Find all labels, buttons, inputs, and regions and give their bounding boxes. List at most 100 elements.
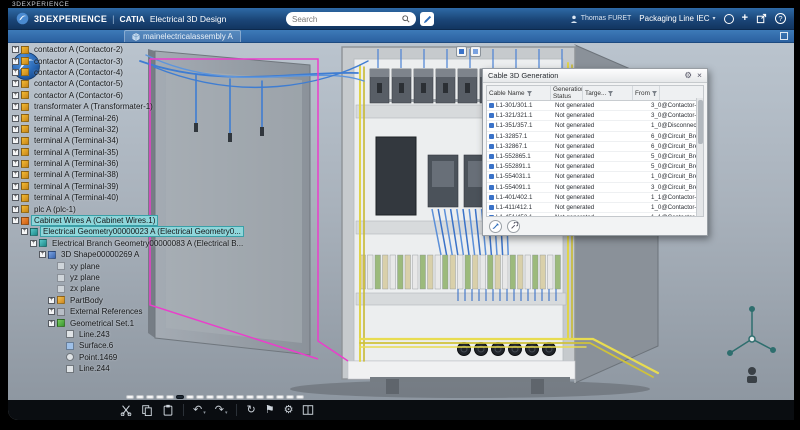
generate-cables-button[interactable] bbox=[489, 220, 502, 233]
tree-item[interactable]: + 3D Shape00000269 A bbox=[12, 249, 245, 260]
action-bar-tab[interactable] bbox=[156, 395, 164, 399]
panel-close-icon[interactable]: × bbox=[697, 71, 702, 80]
filter-funnel-icon[interactable] bbox=[608, 91, 613, 96]
view-compass[interactable] bbox=[728, 307, 776, 384]
tree-expander-icon[interactable]: + bbox=[12, 149, 19, 156]
cable-row[interactable]: L1-32857.1 Not generated 6_0@Circuit_Bre… bbox=[487, 132, 703, 142]
share-icon[interactable] bbox=[756, 13, 767, 24]
tree-expander-icon[interactable]: + bbox=[12, 217, 19, 224]
tree-item[interactable]: + contactor A (Contactor-3) bbox=[12, 55, 245, 66]
search-box[interactable] bbox=[286, 12, 416, 26]
tree-item[interactable]: + contactor A (Contactor-6) bbox=[12, 90, 245, 101]
column-header[interactable]: Generation Status bbox=[551, 86, 583, 100]
column-header[interactable]: Cable Name bbox=[487, 86, 551, 100]
cable-row[interactable]: L1-554091.1 Not generated 3_0@Circuit_Br… bbox=[487, 183, 703, 193]
window-layout-icon[interactable] bbox=[302, 404, 314, 416]
cable-row[interactable]: L1-552891.1 Not generated 5_0@Circuit_Br… bbox=[487, 162, 703, 172]
tree-item[interactable]: + contactor A (Contactor-4) bbox=[12, 67, 245, 78]
column-header[interactable]: From bbox=[633, 86, 660, 100]
view-mode-icon[interactable] bbox=[470, 46, 481, 57]
tree-item[interactable]: + Point.1469 bbox=[12, 352, 245, 363]
panel-settings-button[interactable] bbox=[507, 220, 520, 233]
filter-funnel-icon[interactable] bbox=[527, 91, 532, 96]
document-tab[interactable]: mainelectricalassembly A bbox=[124, 30, 241, 42]
tree-expander-icon[interactable]: + bbox=[12, 137, 19, 144]
copy-icon[interactable] bbox=[141, 404, 153, 416]
action-bar-tab[interactable] bbox=[256, 395, 264, 399]
tree-item[interactable]: + terminal A (Terminal-40) bbox=[12, 192, 245, 203]
tree-item[interactable]: + Line.243 bbox=[12, 329, 245, 340]
workspace-selector[interactable]: Packaging Line IEC ▾ bbox=[639, 14, 715, 23]
flag-icon[interactable]: ⚑ bbox=[265, 405, 275, 416]
transformer-unit[interactable] bbox=[376, 137, 416, 215]
tree-item[interactable]: + xy plane bbox=[12, 260, 245, 271]
cable-row[interactable]: L1-351/357.1 Not generated 1_0@Disconnec… bbox=[487, 121, 703, 131]
cable-row[interactable]: L1-451/452.1 Not generated 1_1@Contactor… bbox=[487, 213, 703, 216]
action-bar-tab[interactable] bbox=[246, 395, 254, 399]
tree-item[interactable]: + terminal A (Terminal-36) bbox=[12, 158, 245, 169]
undo-dropdown-icon[interactable]: ▾ bbox=[203, 411, 206, 416]
cable-row[interactable]: L1-554031.1 Not generated 1_0@Circuit_Br… bbox=[487, 172, 703, 182]
tree-expander-icon[interactable]: + bbox=[12, 80, 19, 87]
tree-expander-icon[interactable]: + bbox=[12, 115, 19, 122]
panel-titlebar[interactable]: Cable 3D Generation ⚙ × bbox=[483, 69, 707, 83]
tree-item[interactable]: + Surface.6 bbox=[12, 340, 245, 351]
paste-icon[interactable] bbox=[162, 404, 174, 416]
tree-item[interactable]: + contactor A (Contactor-5) bbox=[12, 78, 245, 89]
action-bar-tab[interactable] bbox=[226, 395, 234, 399]
action-bar-tab[interactable] bbox=[176, 395, 184, 399]
tree-expander-icon[interactable]: + bbox=[12, 69, 19, 76]
tree-expander-icon[interactable]: + bbox=[12, 206, 19, 213]
tree-item[interactable]: + External References bbox=[12, 306, 245, 317]
filter-funnel-icon[interactable] bbox=[652, 91, 657, 96]
scrollbar-thumb[interactable] bbox=[698, 100, 703, 144]
tree-expander-icon[interactable]: + bbox=[12, 171, 19, 178]
tree-item[interactable]: + terminal A (Terminal-35) bbox=[12, 147, 245, 158]
tree-expander-icon[interactable]: + bbox=[12, 46, 19, 53]
add-content-icon[interactable]: + bbox=[742, 13, 748, 24]
3ds-compass-icon[interactable] bbox=[16, 12, 29, 25]
tree-item[interactable]: + terminal A (Terminal-26) bbox=[12, 112, 245, 123]
tree-expander-icon[interactable]: + bbox=[30, 240, 37, 247]
tree-item[interactable]: + Electrical Geometry00000023 A (Electri… bbox=[12, 226, 245, 237]
user-chip[interactable]: Thomas FURET bbox=[570, 15, 632, 23]
action-bar-tab[interactable] bbox=[216, 395, 224, 399]
annotate-pen-button[interactable] bbox=[420, 12, 434, 26]
tree-item[interactable]: + Electrical Branch Geometry00000083 A (… bbox=[12, 238, 245, 249]
media-icon[interactable] bbox=[724, 14, 734, 24]
cable-row[interactable]: L1-32867.1 Not generated 6_0@Circuit_Bre… bbox=[487, 142, 703, 152]
tree-expander-icon[interactable]: + bbox=[21, 228, 28, 235]
tree-expander-icon[interactable]: + bbox=[12, 194, 19, 201]
cable-row[interactable]: L1-401/402.1 Not generated 1_1@Contactor… bbox=[487, 193, 703, 203]
help-icon[interactable]: ? bbox=[775, 13, 786, 24]
tree-item[interactable]: + PartBody bbox=[12, 295, 245, 306]
tree-expander-icon[interactable]: + bbox=[12, 103, 19, 110]
tree-expander-icon[interactable]: + bbox=[12, 58, 19, 65]
action-bar-tab[interactable] bbox=[166, 395, 174, 399]
tree-item[interactable]: + yz plane bbox=[12, 272, 245, 283]
terminal-strip-row[interactable] bbox=[360, 255, 561, 289]
tree-item[interactable]: + terminal A (Terminal-34) bbox=[12, 135, 245, 146]
tree-item[interactable]: + Cabinet Wires A (Cabinet Wires.1) bbox=[12, 215, 245, 226]
viewport[interactable]: + contactor A (Contactor-2) + contactor … bbox=[8, 43, 794, 400]
panel-options-gear-icon[interactable]: ⚙ bbox=[684, 71, 692, 80]
tree-expander-icon[interactable]: + bbox=[12, 160, 19, 167]
undo-icon[interactable]: ↶▾ bbox=[193, 405, 206, 416]
tree-item[interactable]: + terminal A (Terminal-38) bbox=[12, 169, 245, 180]
cable-row[interactable]: L1-411/412.1 Not generated 1_0@Contactor… bbox=[487, 203, 703, 213]
tree-expander-icon[interactable]: + bbox=[48, 297, 55, 304]
cable-row[interactable]: L1-552865.1 Not generated 5_0@Circuit_Br… bbox=[487, 152, 703, 162]
action-bar-tab[interactable] bbox=[126, 395, 134, 399]
tree-expander-icon[interactable]: + bbox=[48, 320, 55, 327]
tree-item[interactable]: + terminal A (Terminal-39) bbox=[12, 181, 245, 192]
frame-select-icon[interactable] bbox=[456, 46, 467, 57]
robot-assistant-icon[interactable] bbox=[747, 367, 757, 383]
tree-expander-icon[interactable]: + bbox=[12, 126, 19, 133]
redo-dropdown-icon[interactable]: ▾ bbox=[225, 411, 228, 416]
cut-icon[interactable] bbox=[120, 404, 132, 416]
search-input[interactable] bbox=[292, 15, 398, 24]
action-bar-tab[interactable] bbox=[206, 395, 214, 399]
action-bar-tab[interactable] bbox=[236, 395, 244, 399]
tree-expander-icon[interactable]: + bbox=[12, 183, 19, 190]
action-bar-tab[interactable] bbox=[196, 395, 204, 399]
